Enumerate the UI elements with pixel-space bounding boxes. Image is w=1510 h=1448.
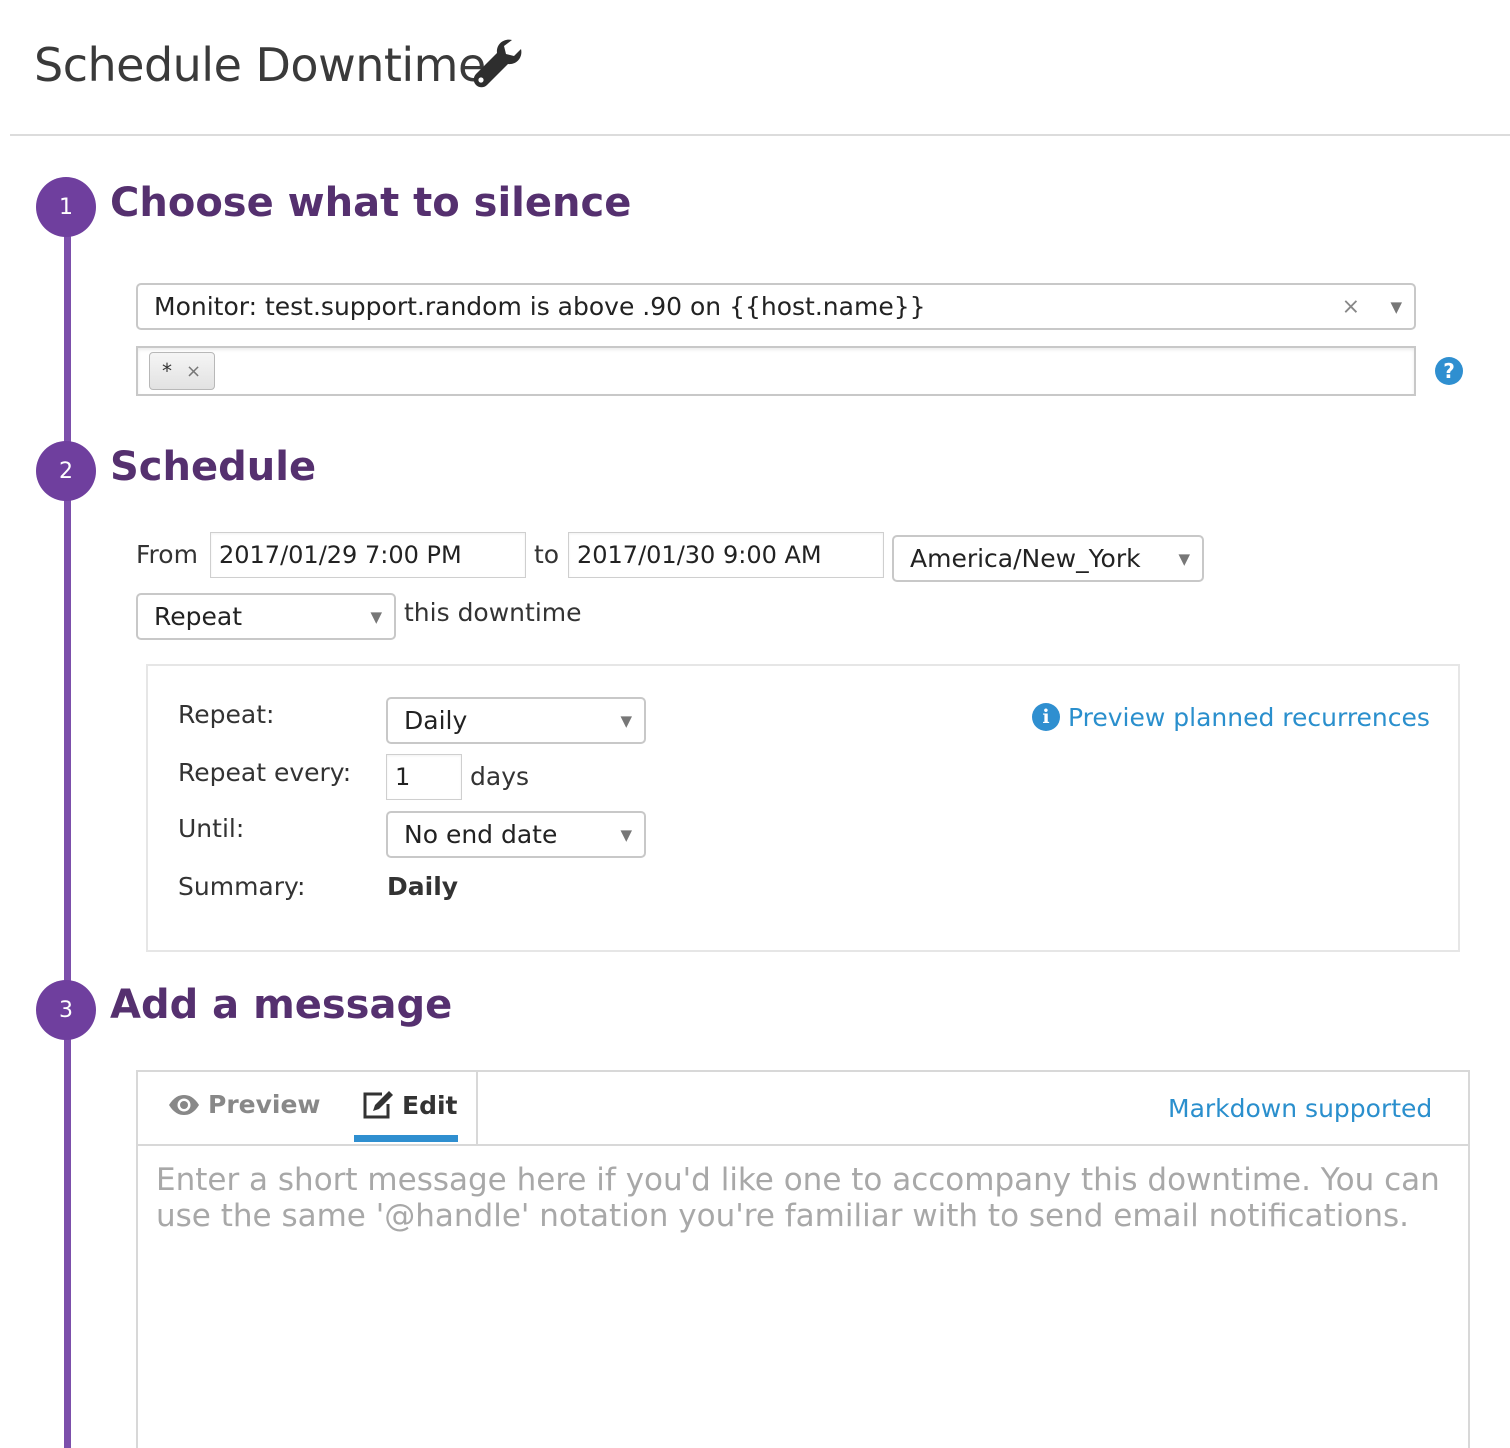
chevron-down-icon: ▼ [620,711,632,730]
tab-preview-label: Preview [208,1090,321,1119]
chevron-down-icon: ▼ [620,825,632,844]
monitor-select-value: Monitor: test.support.random is above .9… [154,292,926,321]
message-tabs: Preview Edit [138,1072,478,1144]
message-textarea[interactable]: Enter a short message here if you'd like… [156,1162,1456,1234]
tab-divider [138,1144,1468,1146]
until-select[interactable]: No end date ▼ [386,811,646,858]
schedule-mode-value: Repeat [154,602,243,631]
step-3-heading: Add a message [110,982,453,1028]
repeat-frequency-value: Daily [404,706,468,735]
timezone-select[interactable]: America/New_York ▼ [892,535,1204,582]
scope-tag-input[interactable]: * × [136,346,1416,396]
info-icon: i [1032,703,1060,731]
wrench-icon [473,39,522,88]
schedule-mode-select[interactable]: Repeat ▼ [136,593,396,640]
eye-icon [169,1094,199,1115]
tab-edit-label: Edit [402,1090,458,1120]
chevron-down-icon: ▼ [1390,297,1402,316]
repeat-every-input[interactable]: 1 [386,754,462,800]
monitor-select[interactable]: Monitor: test.support.random is above .9… [136,283,1416,330]
active-tab-indicator [354,1135,458,1142]
summary-value: Daily [387,872,459,901]
repeat-every-unit: days [470,762,530,791]
help-icon[interactable]: ? [1435,357,1463,385]
edit-icon [363,1091,393,1119]
from-datetime-input[interactable]: 2017/01/29 7:00 PM [210,532,526,578]
from-label: From [136,540,198,569]
tab-preview[interactable]: Preview [168,1090,321,1119]
chevron-down-icon: ▼ [1178,549,1190,568]
title-divider [10,134,1510,136]
page-title: Schedule Downtime [34,38,486,92]
repeat-frequency-select[interactable]: Daily ▼ [386,697,646,744]
scope-tag-chip: * × [149,352,215,390]
to-datetime-input[interactable]: 2017/01/30 9:00 AM [568,532,884,578]
step-2-heading: Schedule [110,444,317,490]
message-editor: Preview Edit Markdown supported Enter a … [136,1070,1470,1448]
until-label: Until: [178,814,245,843]
chevron-down-icon: ▼ [370,607,382,626]
timezone-select-value: America/New_York [910,544,1141,573]
summary-label: Summary: [178,872,306,901]
tab-edit[interactable]: Edit [362,1090,458,1120]
scope-tag-label: * [162,359,172,383]
step-1-heading: Choose what to silence [110,180,632,226]
markdown-supported-link[interactable]: Markdown supported [1168,1094,1432,1123]
repeat-label: Repeat: [178,700,275,729]
step-1-badge: 1 [36,177,96,237]
repeat-every-label: Repeat every: [178,758,352,787]
clear-monitor-icon[interactable]: × [1342,294,1360,319]
to-label: to [534,540,560,569]
preview-recurrences-link[interactable]: Preview planned recurrences [1068,703,1430,732]
step-2-badge: 2 [36,441,96,501]
until-select-value: No end date [404,820,558,849]
mode-suffix-text: this downtime [404,598,582,627]
remove-tag-icon[interactable]: × [186,361,201,382]
step-timeline [64,206,71,1448]
step-3-badge: 3 [36,980,96,1040]
